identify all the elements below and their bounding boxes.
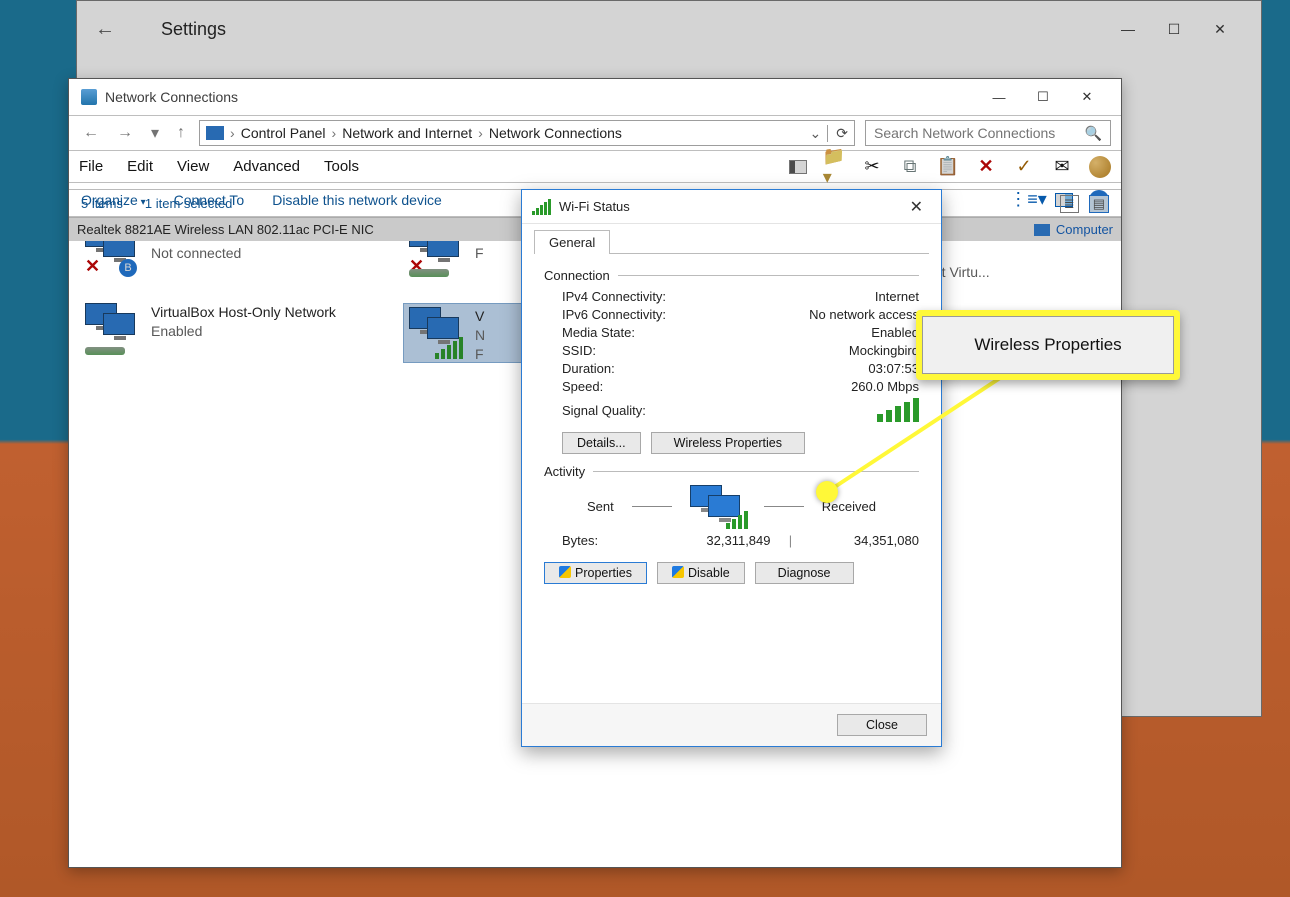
duration-label: Duration:: [562, 361, 742, 376]
callout-label: Wireless Properties: [922, 316, 1174, 374]
signal-bars-icon: [877, 398, 919, 422]
status-item-count: 5 items: [81, 196, 123, 211]
connection-virtualbox[interactable]: VirtualBox Host-Only NetworkEnabled: [85, 303, 385, 355]
close-button[interactable]: ✕: [1065, 83, 1109, 111]
callout-highlight: Wireless Properties: [916, 310, 1180, 380]
minimize-button[interactable]: —: [1105, 15, 1151, 43]
callout-dot: [816, 481, 838, 503]
search-icon: 🔍: [1085, 125, 1102, 142]
bytes-received: 34,351,080: [811, 533, 920, 548]
details-button[interactable]: Details...: [562, 432, 641, 454]
maximize-button[interactable]: ☐: [1021, 83, 1065, 111]
shield-icon: [559, 566, 571, 578]
shield-icon: [672, 566, 684, 578]
footer-computer: Computer: [1056, 222, 1113, 237]
folder-icon[interactable]: 📁▾: [823, 156, 845, 178]
view-details-icon[interactable]: ≣: [1060, 195, 1079, 213]
media-label: Media State:: [562, 325, 742, 340]
computer-icon: [1034, 224, 1050, 236]
tab-general[interactable]: General: [534, 230, 610, 254]
wifi-status-dialog: Wi-Fi Status ✕ General Connection IPv4 C…: [521, 189, 942, 747]
ssid-value: Mockingbird: [742, 343, 919, 358]
close-button[interactable]: ✕: [1197, 15, 1243, 43]
maximize-button[interactable]: ☐: [1151, 15, 1197, 43]
back-icon[interactable]: ←: [95, 18, 115, 41]
speed-label: Speed:: [562, 379, 742, 394]
diagnose-button[interactable]: Diagnose: [755, 562, 854, 584]
settings-title: Settings: [161, 19, 226, 40]
wifi-dialog-title: Wi-Fi Status: [559, 199, 630, 214]
group-activity: Activity: [544, 464, 585, 479]
nav-up-icon[interactable]: ↑: [173, 122, 189, 144]
breadcrumb[interactable]: › Control Panel› Network and Internet› N…: [199, 120, 855, 146]
delete-icon[interactable]: ✕: [975, 156, 997, 178]
status-selected: 1 item selected: [145, 196, 232, 211]
menu-tools[interactable]: Tools: [324, 158, 359, 175]
bytes-sent: 32,311,849: [662, 533, 771, 548]
ipv6-label: IPv6 Connectivity:: [562, 307, 742, 322]
crumb-control-panel[interactable]: Control Panel: [241, 125, 326, 141]
wireless-properties-button[interactable]: Wireless Properties: [651, 432, 805, 454]
minimize-button[interactable]: —: [977, 83, 1021, 111]
copy-icon[interactable]: ⧉: [899, 156, 921, 178]
nav-forward-icon[interactable]: →: [113, 122, 137, 144]
duration-value: 03:07:53: [742, 361, 919, 376]
ipv6-value: No network access: [742, 307, 919, 322]
refresh-icon[interactable]: ⟳: [827, 125, 848, 142]
properties-button[interactable]: Properties: [544, 562, 647, 584]
menu-edit[interactable]: Edit: [127, 158, 153, 175]
toggle-pane-icon[interactable]: [789, 160, 807, 174]
mail-icon[interactable]: ✉: [1051, 156, 1073, 178]
media-value: Enabled: [742, 325, 919, 340]
x-icon: ✕: [85, 256, 100, 277]
shell-icon[interactable]: [1089, 156, 1111, 178]
disable-button[interactable]: Disable: [657, 562, 745, 584]
close-icon[interactable]: ✕: [902, 195, 931, 219]
pc-icon: [206, 126, 224, 140]
signal-bars-icon: [532, 199, 551, 215]
close-button[interactable]: Close: [837, 714, 927, 736]
group-connection: Connection: [544, 268, 610, 283]
menu-file[interactable]: File: [79, 158, 103, 175]
crumb-dropdown-icon[interactable]: ⌄: [810, 125, 822, 142]
ipv4-value: Internet: [742, 289, 919, 304]
ipv4-label: IPv4 Connectivity:: [562, 289, 742, 304]
cut-icon[interactable]: ✂: [861, 156, 883, 178]
sent-label: Sent: [587, 499, 614, 514]
nc-app-icon: [81, 89, 97, 105]
search-input[interactable]: Search Network Connections 🔍: [865, 120, 1111, 146]
rename-icon[interactable]: ✓: [1013, 156, 1035, 178]
nav-back-icon[interactable]: ←: [79, 122, 103, 144]
search-placeholder: Search Network Connections: [874, 125, 1055, 141]
signal-label: Signal Quality:: [562, 403, 742, 418]
nc-title: Network Connections: [105, 89, 238, 105]
speed-value: 260.0 Mbps: [742, 379, 919, 394]
paste-icon[interactable]: 📋: [937, 156, 959, 178]
footer-device: Realtek 8821AE Wireless LAN 802.11ac PCI…: [77, 222, 374, 237]
nav-recent-icon[interactable]: ▾: [147, 121, 163, 145]
crumb-network-internet[interactable]: Network and Internet: [342, 125, 472, 141]
bluetooth-icon: B: [119, 259, 137, 277]
menu-advanced[interactable]: Advanced: [233, 158, 300, 175]
signal-bars-icon: [435, 337, 463, 359]
cable-icon: [85, 347, 125, 355]
crumb-network-connections[interactable]: Network Connections: [489, 125, 622, 141]
cable-icon: [409, 269, 449, 277]
bytes-label: Bytes:: [562, 533, 662, 548]
menu-view[interactable]: View: [177, 158, 209, 175]
activity-pc-icon: [690, 485, 746, 527]
view-large-icon[interactable]: ▤: [1089, 195, 1109, 213]
ssid-label: SSID:: [562, 343, 742, 358]
